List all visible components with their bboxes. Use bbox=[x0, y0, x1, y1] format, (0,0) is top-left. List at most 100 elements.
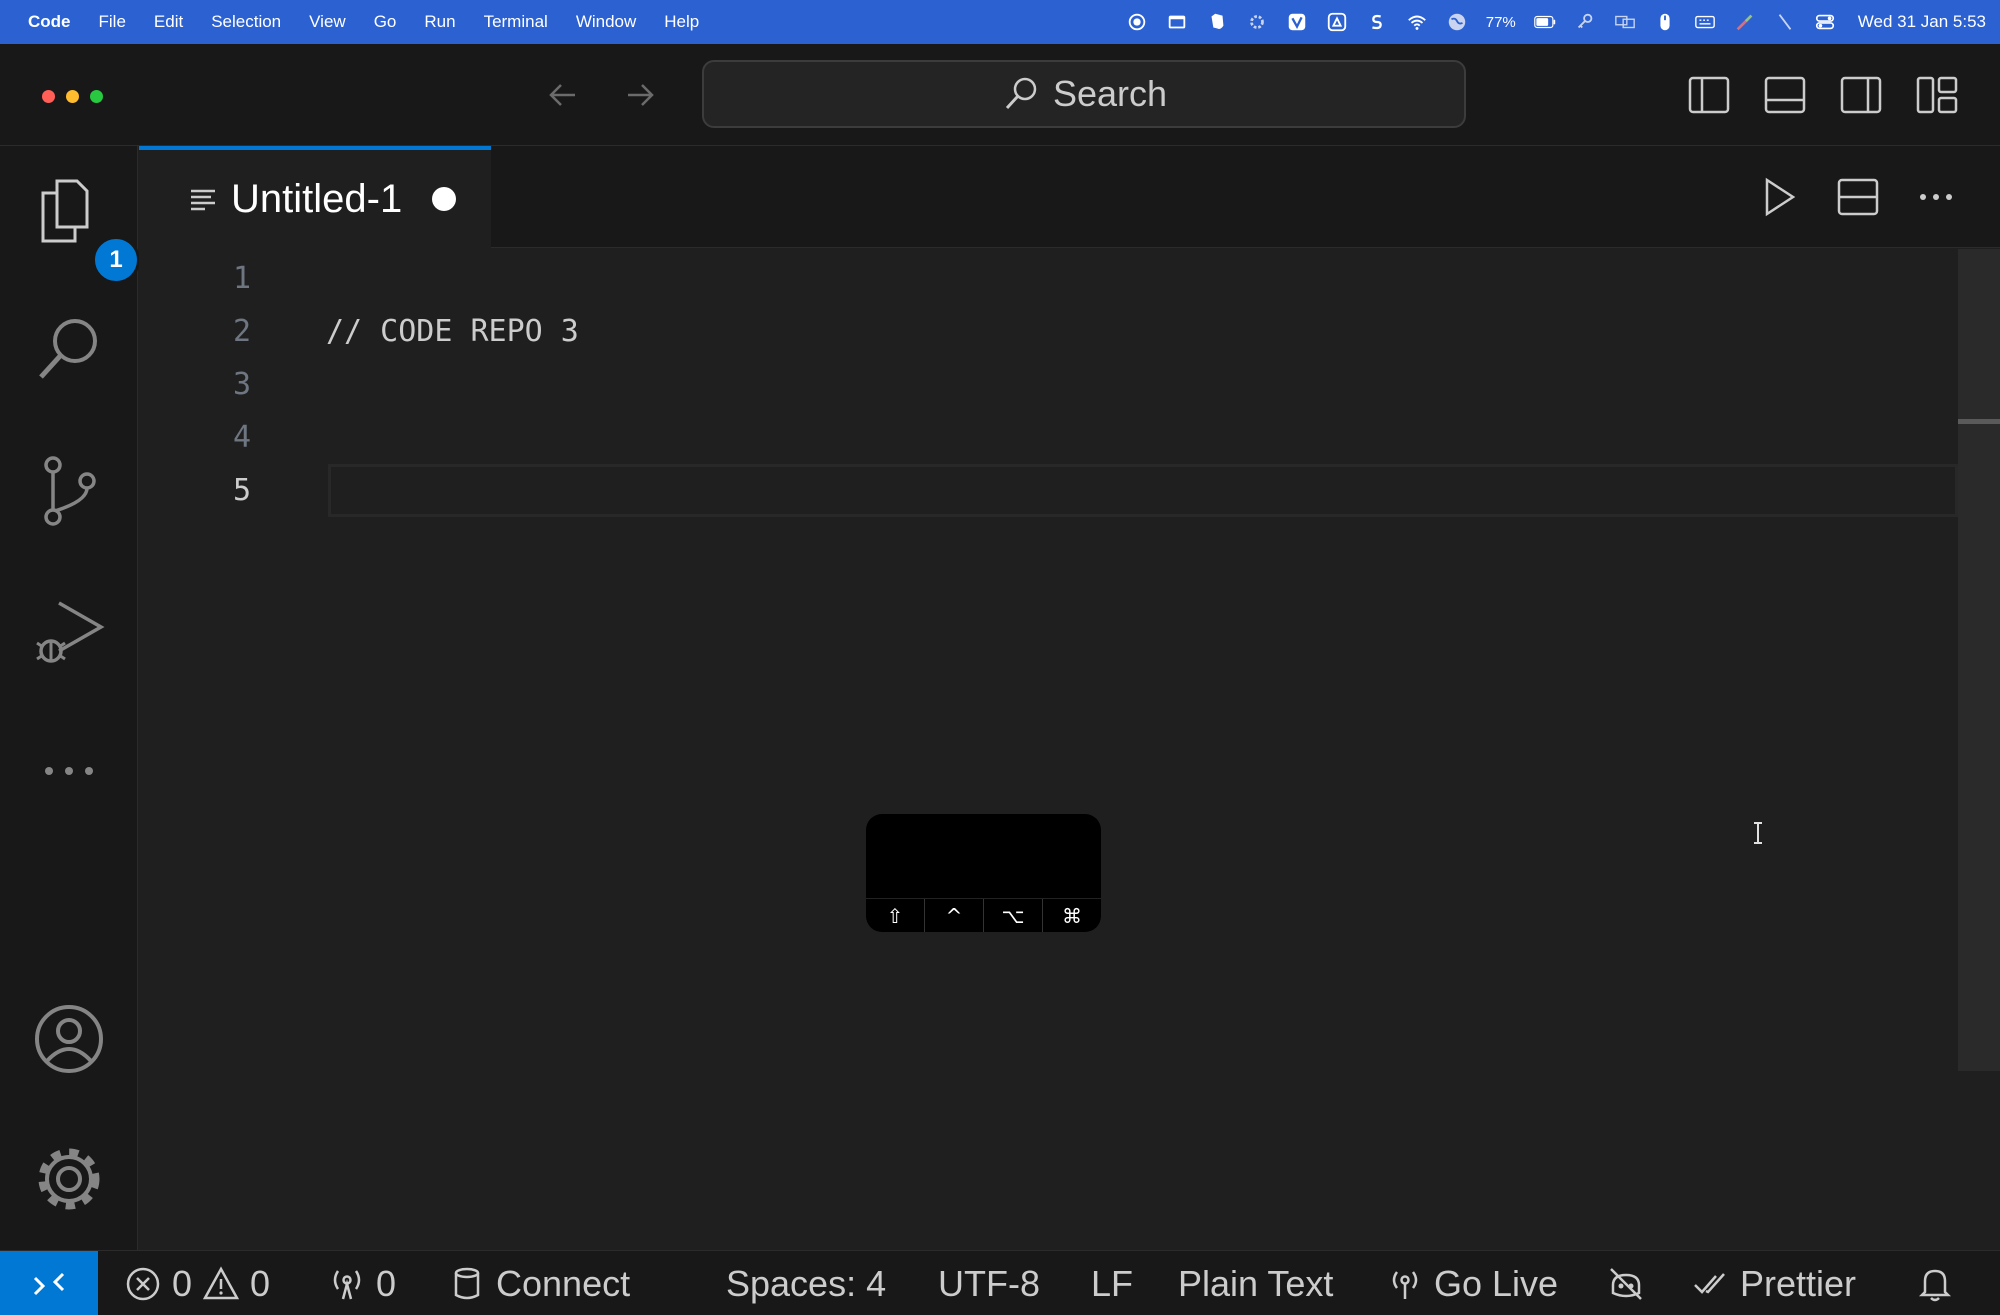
language-mode-button[interactable]: Plain Text bbox=[1178, 1251, 1333, 1315]
code-line[interactable]: // CODE REPO 3 bbox=[326, 305, 579, 358]
sidebar-right-icon bbox=[1840, 76, 1882, 114]
menu-run[interactable]: Run bbox=[410, 12, 469, 32]
source-control-icon bbox=[44, 456, 96, 526]
more-views-button[interactable] bbox=[24, 726, 114, 816]
database-icon bbox=[454, 1267, 480, 1299]
line-number: 1 bbox=[232, 261, 251, 296]
explorer-button[interactable]: 1 bbox=[24, 166, 140, 284]
menu-bar-clock[interactable]: Wed 31 Jan 5:53 bbox=[1858, 12, 1986, 32]
gear-tray-icon[interactable] bbox=[1246, 11, 1268, 33]
warning-count: 0 bbox=[250, 1262, 271, 1304]
prettier-button[interactable]: Prettier bbox=[1692, 1251, 1856, 1315]
wifi-icon[interactable] bbox=[1406, 11, 1428, 33]
status-bar: 0 0 0 Connect Spaces: 4 UTF-8 LF Plain T… bbox=[0, 1250, 2000, 1315]
notifications-button[interactable] bbox=[1916, 1251, 1954, 1315]
go-forward-button[interactable] bbox=[617, 72, 663, 118]
gear-icon bbox=[38, 1148, 100, 1210]
menu-go[interactable]: Go bbox=[360, 12, 411, 32]
menu-selection[interactable]: Selection bbox=[197, 12, 295, 32]
run-debug-icon bbox=[36, 601, 105, 663]
problems-button[interactable]: 0 0 bbox=[124, 1251, 270, 1315]
search-icon bbox=[39, 319, 97, 379]
copilot-status-button[interactable] bbox=[1604, 1251, 1648, 1315]
go-back-button[interactable] bbox=[540, 72, 586, 118]
encoding-button[interactable]: UTF-8 bbox=[938, 1251, 1040, 1315]
minimize-window-button[interactable] bbox=[66, 90, 79, 103]
ports-count: 0 bbox=[376, 1262, 397, 1304]
menu-window[interactable]: Window bbox=[562, 12, 650, 32]
battery-percent: 77% bbox=[1485, 13, 1516, 31]
macos-menu-bar: Code File Edit Selection View Go Run Ter… bbox=[0, 0, 2000, 44]
play-icon bbox=[1765, 177, 1796, 217]
keyboard-icon[interactable] bbox=[1694, 11, 1716, 33]
control-key-icon: ^ bbox=[925, 899, 984, 932]
remote-icon bbox=[33, 1272, 65, 1295]
plain-text-file-icon bbox=[191, 189, 215, 211]
split-editor-button[interactable] bbox=[1831, 170, 1885, 224]
drive-icon[interactable] bbox=[1326, 11, 1348, 33]
source-control-button[interactable] bbox=[24, 446, 114, 536]
scrivener-icon[interactable] bbox=[1366, 11, 1388, 33]
command-key-icon: ⌘ bbox=[1062, 903, 1082, 928]
unsaved-dot-icon[interactable] bbox=[432, 187, 457, 211]
vertical-scrollbar[interactable] bbox=[1958, 249, 2000, 1071]
record-icon[interactable] bbox=[1126, 11, 1148, 33]
run-code-button[interactable] bbox=[1751, 170, 1805, 224]
line-number: 4 bbox=[232, 420, 251, 455]
slash-tool-icon[interactable] bbox=[1774, 11, 1796, 33]
key-icon[interactable] bbox=[1574, 11, 1596, 33]
toggle-primary-sidebar-button[interactable] bbox=[1684, 70, 1734, 120]
toggle-panel-button[interactable] bbox=[1760, 70, 1810, 120]
vectorize-icon[interactable] bbox=[1286, 11, 1308, 33]
current-line-highlight bbox=[328, 464, 1958, 517]
ellipsis-icon bbox=[1920, 194, 1952, 200]
screens-icon[interactable] bbox=[1614, 11, 1636, 33]
connect-database-button[interactable]: Connect bbox=[448, 1251, 630, 1315]
broadcast-icon bbox=[333, 1269, 361, 1299]
run-and-debug-button[interactable] bbox=[24, 586, 114, 676]
window-app-icon[interactable] bbox=[1166, 11, 1188, 33]
go-live-button[interactable]: Go Live bbox=[1386, 1251, 1558, 1315]
search-icon bbox=[1005, 77, 1037, 110]
accounts-button[interactable] bbox=[24, 994, 114, 1084]
remote-indicator-button[interactable] bbox=[0, 1251, 98, 1315]
ports-button[interactable]: 0 bbox=[328, 1251, 396, 1315]
toggle-secondary-sidebar-button[interactable] bbox=[1836, 70, 1886, 120]
globe-icon[interactable] bbox=[1446, 11, 1468, 33]
activity-bar: 1 bbox=[0, 146, 140, 1250]
more-actions-button[interactable] bbox=[1909, 170, 1963, 224]
search-view-button[interactable] bbox=[24, 306, 114, 396]
line-number: 3 bbox=[232, 367, 251, 402]
menu-terminal[interactable]: Terminal bbox=[470, 12, 562, 32]
tab-label: Untitled-1 bbox=[231, 176, 403, 221]
color-picker-icon[interactable] bbox=[1734, 11, 1756, 33]
files-icon bbox=[41, 179, 89, 243]
menu-file[interactable]: File bbox=[85, 12, 140, 32]
tab-untitled-1[interactable]: Untitled-1 bbox=[139, 146, 491, 248]
customize-layout-button[interactable] bbox=[1912, 70, 1962, 120]
window-title-bar: Search bbox=[0, 44, 2000, 146]
double-check-icon bbox=[1694, 1272, 1725, 1294]
manage-button[interactable] bbox=[24, 1134, 114, 1224]
control-center-icon[interactable] bbox=[1814, 11, 1836, 33]
error-count: 0 bbox=[172, 1262, 193, 1304]
evernote-icon[interactable] bbox=[1206, 11, 1228, 33]
mouse-icon[interactable] bbox=[1654, 11, 1676, 33]
editor-tab-bar: Untitled-1 bbox=[139, 146, 2000, 248]
zoom-window-button[interactable] bbox=[90, 90, 103, 103]
text-cursor-icon bbox=[1754, 822, 1762, 844]
warning-icon bbox=[202, 1265, 240, 1299]
menu-edit[interactable]: Edit bbox=[140, 12, 197, 32]
battery-icon[interactable] bbox=[1533, 11, 1556, 33]
command-center-search[interactable]: Search bbox=[702, 60, 1466, 128]
explorer-badge: 1 bbox=[92, 236, 140, 284]
menu-view[interactable]: View bbox=[295, 12, 360, 32]
indentation-button[interactable]: Spaces: 4 bbox=[726, 1251, 886, 1315]
layout-grid-icon bbox=[1916, 76, 1958, 114]
menu-code[interactable]: Code bbox=[20, 12, 85, 32]
close-window-button[interactable] bbox=[42, 90, 55, 103]
line-number-active: 5 bbox=[232, 473, 251, 508]
code-editor[interactable]: 1 2 3 4 5 // CODE REPO 3 ⇧ ^ ⌥ ⌘ bbox=[139, 249, 2000, 1250]
menu-help[interactable]: Help bbox=[650, 12, 713, 32]
end-of-line-button[interactable]: LF bbox=[1091, 1251, 1133, 1315]
